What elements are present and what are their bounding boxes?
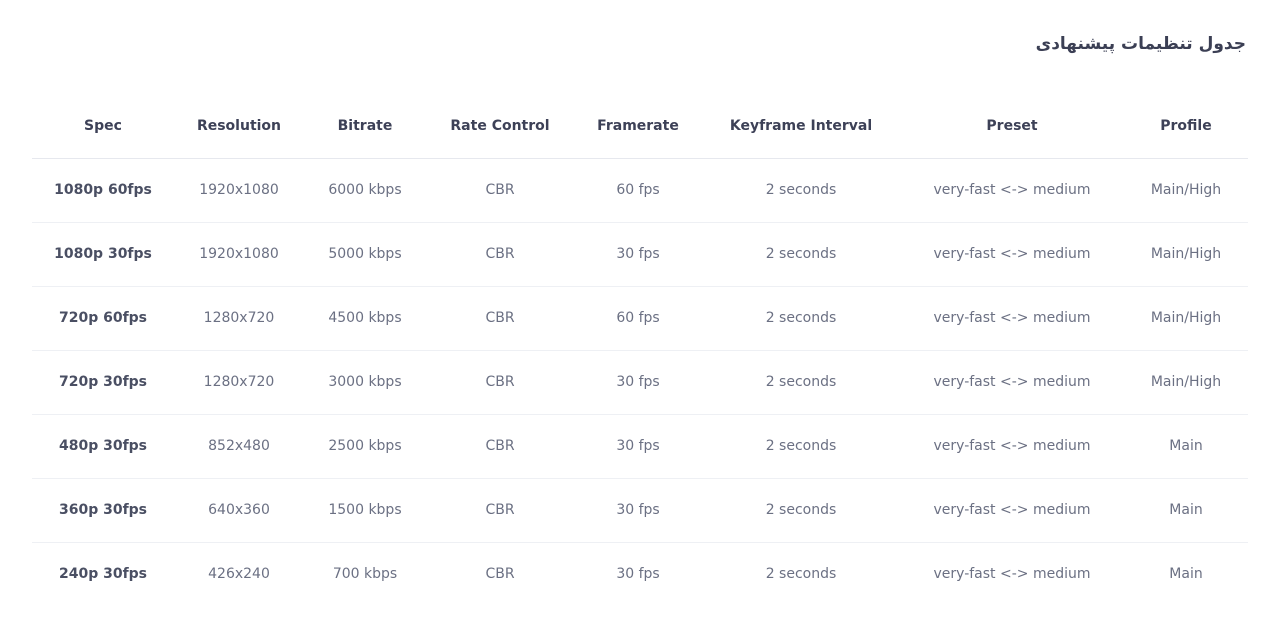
cell-profile: Main <box>1169 566 1203 583</box>
cell-keyframe-interval: 2 seconds <box>702 414 900 479</box>
cell-rate-control: CBR <box>426 158 574 223</box>
cell-resolution: 640x360 <box>174 478 304 543</box>
column-header-keyframe-interval: Keyframe Interval <box>702 94 900 159</box>
cell-bitrate: 5000 kbps <box>304 222 426 287</box>
cell-framerate: 30 fps <box>574 222 702 287</box>
cell-rate-control: CBR <box>426 350 574 415</box>
table-row: 360p 30fps 640x360 1500 kbps CBR 30 fps … <box>32 478 1248 543</box>
cell-bitrate: 2500 kbps <box>304 414 426 479</box>
cell-spec: 360p 30fps <box>32 478 174 543</box>
cell-framerate: 30 fps <box>616 566 660 583</box>
cell-spec: 720p 60fps <box>32 286 174 351</box>
cell-profile: Main <box>1124 414 1248 479</box>
cell-resolution: 1280x720 <box>174 286 304 351</box>
cell-rate-control: CBR <box>426 414 574 479</box>
cell-preset: very-fast <-> medium <box>900 222 1124 287</box>
cell-profile: Main/High <box>1124 286 1248 351</box>
cell-preset: very-fast <-> medium <box>900 414 1124 479</box>
cell-spec: 720p 30fps <box>32 350 174 415</box>
cell-framerate: 30 fps <box>574 414 702 479</box>
cell-keyframe-interval: 2 seconds <box>765 566 837 583</box>
column-header-preset: Preset <box>900 94 1124 159</box>
table-row: 720p 60fps 1280x720 4500 kbps CBR 60 fps… <box>32 286 1248 351</box>
column-header-framerate: Framerate <box>574 94 702 159</box>
cell-keyframe-interval: 2 seconds <box>702 350 900 415</box>
table-row: 240p 30fps 426x240 700 kbps CBR 30 fps 2… <box>32 542 1248 606</box>
cell-rate-control: CBR <box>426 286 574 351</box>
cell-profile: Main/High <box>1124 350 1248 415</box>
column-header-profile: Profile <box>1124 94 1248 159</box>
cell-spec: 1080p 60fps <box>32 158 174 223</box>
cell-framerate: 30 fps <box>574 478 702 543</box>
cell-resolution: 426x240 <box>208 566 270 583</box>
cell-resolution: 1280x720 <box>174 350 304 415</box>
cell-spec: 1080p 30fps <box>32 222 174 287</box>
recommended-settings-table: Spec Resolution Bitrate Rate Control Fra… <box>32 94 1248 606</box>
page: جدول تنظیمات پیشنهادی Spec Resolution Bi… <box>0 0 1280 639</box>
cell-bitrate: 6000 kbps <box>304 158 426 223</box>
page-title: جدول تنظیمات پیشنهادی <box>1035 34 1246 54</box>
table-header-row: Spec Resolution Bitrate Rate Control Fra… <box>32 94 1248 159</box>
table-row: 720p 30fps 1280x720 3000 kbps CBR 30 fps… <box>32 350 1248 415</box>
cell-bitrate: 3000 kbps <box>304 350 426 415</box>
table-row: 1080p 30fps 1920x1080 5000 kbps CBR 30 f… <box>32 222 1248 287</box>
cell-profile: Main <box>1124 478 1248 543</box>
cell-keyframe-interval: 2 seconds <box>702 158 900 223</box>
cell-keyframe-interval: 2 seconds <box>702 478 900 543</box>
cell-profile: Main/High <box>1124 222 1248 287</box>
table-row: 480p 30fps 852x480 2500 kbps CBR 30 fps … <box>32 414 1248 479</box>
cell-preset: very-fast <-> medium <box>933 566 1091 583</box>
table-row: 1080p 60fps 1920x1080 6000 kbps CBR 60 f… <box>32 158 1248 223</box>
cell-preset: very-fast <-> medium <box>900 158 1124 223</box>
cell-profile: Main/High <box>1124 158 1248 223</box>
cell-spec: 480p 30fps <box>32 414 174 479</box>
column-header-resolution: Resolution <box>174 94 304 159</box>
cell-keyframe-interval: 2 seconds <box>702 286 900 351</box>
cell-preset: very-fast <-> medium <box>900 286 1124 351</box>
cell-rate-control: CBR <box>426 222 574 287</box>
cell-framerate: 30 fps <box>574 350 702 415</box>
cell-resolution: 1920x1080 <box>174 158 304 223</box>
column-header-spec: Spec <box>32 94 174 159</box>
column-header-rate-control: Rate Control <box>426 94 574 159</box>
cell-bitrate: 1500 kbps <box>304 478 426 543</box>
cell-resolution: 852x480 <box>174 414 304 479</box>
cell-framerate: 60 fps <box>574 286 702 351</box>
cell-preset: very-fast <-> medium <box>900 350 1124 415</box>
cell-spec: 240p 30fps <box>58 566 148 583</box>
cell-rate-control: CBR <box>485 566 515 583</box>
cell-rate-control: CBR <box>426 478 574 543</box>
column-header-bitrate: Bitrate <box>304 94 426 159</box>
cell-preset: very-fast <-> medium <box>900 478 1124 543</box>
cell-bitrate: 4500 kbps <box>304 286 426 351</box>
cell-keyframe-interval: 2 seconds <box>702 222 900 287</box>
cell-resolution: 1920x1080 <box>174 222 304 287</box>
cell-framerate: 60 fps <box>574 158 702 223</box>
cell-bitrate: 700 kbps <box>332 566 398 583</box>
